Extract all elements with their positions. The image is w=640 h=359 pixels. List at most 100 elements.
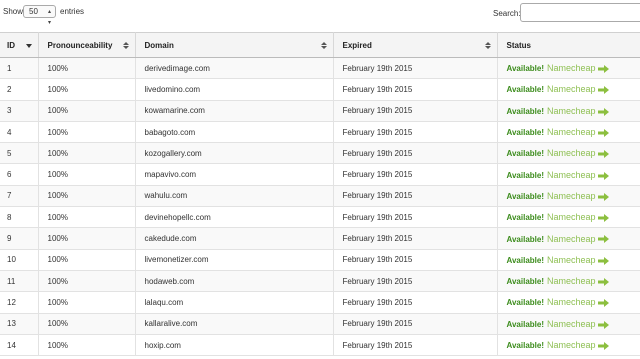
namecheap-link[interactable]: Namecheap [547, 84, 596, 94]
namecheap-link[interactable]: Namecheap [547, 234, 596, 244]
entries-select[interactable]: 50 ▴ ▾ [23, 5, 56, 26]
cell-domain: kallaralive.com [135, 313, 334, 335]
namecheap-link[interactable]: Namecheap [547, 106, 596, 116]
cell-id: 4 [0, 121, 39, 144]
cell-status: Available! Namecheap [497, 185, 640, 208]
arrow-right-icon[interactable] [597, 299, 609, 308]
cell-domain: babagoto.com [135, 121, 334, 144]
arrow-right-icon[interactable] [597, 256, 609, 265]
cell-domain: cakedude.com [135, 227, 334, 250]
cell-pronounceability: 100% [38, 206, 136, 229]
table-row: 10 100% livemonetizer.com February 19th 201… [0, 249, 640, 271]
cell-status: Available! Namecheap [497, 206, 640, 229]
table-row: 1 100% derivedimage.com February 19th 2015 A… [0, 57, 640, 80]
cell-status: Available! Namecheap [497, 163, 640, 186]
status-available: Available! [506, 213, 545, 223]
cell-id: 13 [0, 313, 39, 335]
cell-id: 7 [0, 185, 39, 208]
entries-label: entries [60, 7, 85, 16]
cell-id: 8 [0, 206, 39, 229]
arrow-right-icon[interactable] [597, 65, 609, 74]
arrow-right-icon[interactable] [597, 341, 609, 350]
cell-pronounceability: 100% [38, 291, 136, 314]
namecheap-link[interactable]: Namecheap [547, 255, 596, 265]
column-header-id[interactable]: ID [0, 32, 39, 58]
status-available: Available! [506, 319, 545, 329]
namecheap-link[interactable]: Namecheap [547, 127, 596, 137]
cell-status: Available! Namecheap [497, 78, 640, 101]
cell-domain: hoxip.com [135, 334, 334, 357]
cell-status: Available! Namecheap [497, 57, 640, 80]
table-controls: Show 50 ▴ ▾ entries Search: [0, 0, 640, 32]
namecheap-link[interactable]: Namecheap [547, 319, 596, 329]
cell-domain: wahulu.com [135, 185, 334, 208]
status-available: Available! [506, 277, 545, 287]
cell-pronounceability: 100% [38, 100, 136, 122]
cell-id: 9 [0, 227, 39, 250]
arrow-right-icon[interactable] [597, 107, 609, 116]
arrow-right-icon[interactable] [597, 192, 609, 201]
arrow-right-icon[interactable] [597, 150, 609, 159]
arrow-right-icon[interactable] [597, 278, 609, 286]
sort-both-icon [484, 42, 491, 49]
cell-domain: livemonetizer.com [135, 249, 334, 271]
cell-id: 3 [0, 100, 39, 122]
cell-pronounceability: 100% [38, 227, 136, 250]
cell-pronounceability: 100% [38, 313, 136, 335]
column-header-label: ID [7, 40, 15, 50]
search-input[interactable] [520, 3, 640, 22]
namecheap-link[interactable]: Namecheap [547, 212, 596, 222]
column-header-expired[interactable]: Expired [333, 32, 498, 58]
table-row: 8 100% devinehopellc.com February 19th 2015… [0, 206, 640, 229]
cell-expired: February 19th 2015 [333, 100, 498, 122]
table-row: 11 100% hodaweb.com February 19th 2015 Avail… [0, 270, 640, 293]
cell-pronounceability: 100% [38, 163, 136, 186]
column-header-label: Domain [144, 40, 174, 50]
cell-id: 2 [0, 78, 39, 101]
cell-status: Available! Namecheap [497, 121, 640, 144]
namecheap-link[interactable]: Namecheap [547, 276, 596, 286]
arrow-right-icon[interactable] [597, 86, 609, 95]
cell-pronounceability: 100% [38, 185, 136, 208]
cell-id: 14 [0, 334, 39, 357]
cell-id: 10 [0, 249, 39, 271]
status-available: Available! [506, 170, 545, 180]
cell-pronounceability: 100% [38, 57, 136, 80]
namecheap-link[interactable]: Namecheap [547, 297, 596, 307]
arrow-right-icon[interactable] [597, 171, 609, 180]
table-row: 9 100% cakedude.com February 19th 2015 Avail… [0, 227, 640, 250]
sort-both-icon [320, 42, 327, 49]
cell-pronounceability: 100% [38, 249, 136, 271]
arrow-right-icon[interactable] [597, 214, 609, 223]
column-header-label: Expired [342, 40, 372, 50]
cell-domain: devinehopellc.com [135, 206, 334, 229]
namecheap-link[interactable]: Namecheap [547, 63, 596, 73]
cell-domain: lalaqu.com [135, 291, 334, 314]
table-row: 6 100% mapavivo.com February 19th 2015 Avail… [0, 163, 640, 186]
table-row: 12 100% lalaqu.com February 19th 2015 Availa… [0, 291, 640, 314]
column-header-status[interactable]: Status [497, 32, 640, 58]
column-header-domain[interactable]: Domain [135, 32, 334, 58]
cell-id: 12 [0, 291, 39, 314]
search-label: Search: [493, 9, 521, 18]
table-header-row: ID Pronounceability Domain Expired Statu… [0, 32, 640, 58]
cell-pronounceability: 100% [38, 121, 136, 144]
namecheap-link[interactable]: Namecheap [547, 170, 596, 180]
cell-pronounceability: 100% [38, 142, 136, 165]
arrow-right-icon[interactable] [597, 320, 609, 329]
arrow-right-icon[interactable] [597, 235, 609, 244]
column-header-pronounceability[interactable]: Pronounceability [38, 32, 136, 58]
cell-expired: February 19th 2015 [333, 270, 498, 293]
status-available: Available! [506, 85, 545, 95]
namecheap-link[interactable]: Namecheap [547, 191, 596, 201]
namecheap-link[interactable]: Namecheap [547, 148, 596, 158]
cell-status: Available! Namecheap [497, 291, 640, 314]
cell-id: 11 [0, 270, 39, 293]
column-header-label: Status [506, 40, 531, 50]
cell-domain: kozogallery.com [135, 142, 334, 165]
arrow-right-icon[interactable] [597, 128, 609, 137]
namecheap-link[interactable]: Namecheap [547, 340, 596, 350]
show-label: Show [3, 7, 24, 16]
table-row: 4 100% babagoto.com February 19th 2015 Avail… [0, 121, 640, 144]
cell-status: Available! Namecheap [497, 100, 640, 122]
